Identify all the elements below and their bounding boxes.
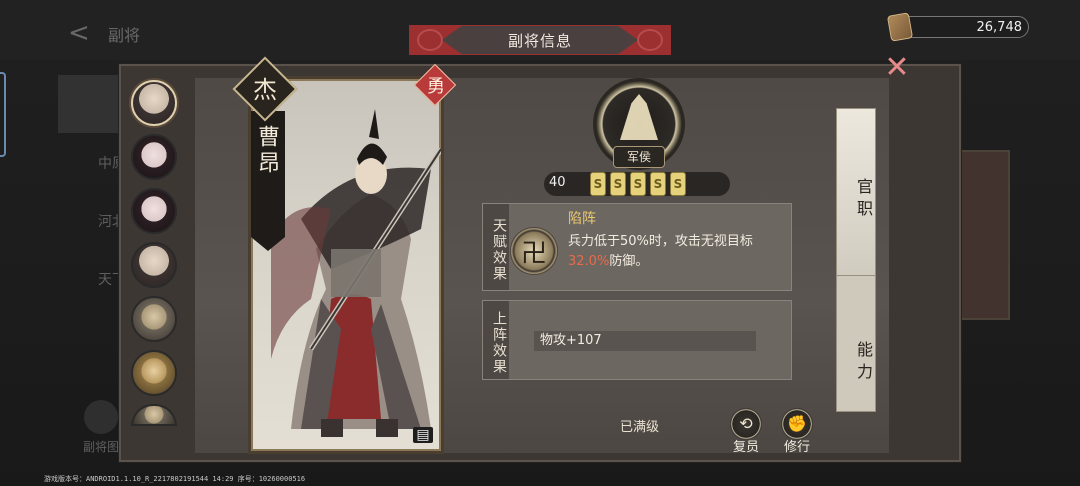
talent-side-label: 天赋效果: [483, 204, 509, 290]
edge-marker: [0, 72, 6, 157]
deputy-chart-icon: [84, 400, 118, 434]
talent-glyph: 卍: [520, 239, 547, 269]
cultivate-button[interactable]: ✊ 修行: [777, 408, 817, 455]
tab-ability[interactable]: 能力: [836, 252, 876, 412]
book-icon[interactable]: ▤: [413, 427, 433, 443]
panel-title: 副将信息: [442, 26, 638, 54]
deploy-side-label: 上阵效果: [483, 301, 509, 379]
cloud-ornament-icon: [417, 29, 443, 51]
tab-office[interactable]: 官职: [836, 108, 876, 276]
scroll-star-icon: S: [670, 172, 686, 196]
scroll-star-icon: S: [630, 172, 646, 196]
max-level-label: 已满级: [620, 420, 660, 435]
general-name: 曹昂: [254, 125, 279, 177]
deputy-avatar-list: [131, 80, 181, 434]
title-banner: 副将信息: [409, 25, 671, 55]
avatar-armored[interactable]: [131, 296, 177, 342]
cultivate-label: 修行: [783, 440, 810, 455]
scroll-star-icon: S: [650, 172, 666, 196]
rank-label: 军侯: [613, 146, 665, 168]
talent-description: 兵力低于50%时，攻击无视目标 32.0%防御。: [568, 232, 790, 272]
level-number: 40: [549, 175, 566, 190]
scroll-star-icon: S: [590, 172, 606, 196]
warrior-illustration: [271, 109, 441, 437]
star-scrolls: S S S S S: [590, 172, 686, 196]
jade-token-icon: [886, 12, 914, 42]
type-badge-label: 勇: [427, 76, 445, 97]
rarity-badge-label: 杰: [253, 76, 277, 104]
close-icon: ✕: [884, 50, 910, 85]
bg-card-thumbnail: [955, 150, 1010, 320]
deploy-stat: 物攻+107: [534, 331, 756, 351]
talent-name: 陷阵: [568, 211, 596, 227]
talent-desc-pre: 兵力低于50%时，攻击无视目标: [568, 234, 753, 249]
avatar-gold-armored[interactable]: [131, 350, 177, 396]
demobilize-button[interactable]: ⟲ 复员: [726, 408, 766, 455]
talent-desc-post: 防御。: [609, 254, 649, 269]
avatar-female[interactable]: [131, 134, 177, 180]
scroll-star-icon: S: [610, 172, 626, 196]
general-card[interactable]: 曹昂 ▤: [248, 76, 444, 454]
avatar-partial[interactable]: [131, 404, 177, 426]
bg-page-title: 副将: [108, 26, 141, 45]
close-button[interactable]: ✕: [881, 52, 913, 84]
currency-value: 26,748: [976, 19, 1023, 35]
version-text: 游戏版本号：ANDROID1.1.10_R_2217802191544 14:2…: [44, 475, 306, 483]
avatar-bearded[interactable]: [131, 242, 177, 288]
talent-desc-percent: 32.0%: [568, 254, 610, 269]
back-arrow-icon[interactable]: <: [68, 18, 90, 48]
avatar-female-2[interactable]: [131, 188, 177, 234]
cloud-ornament-icon: [637, 29, 663, 51]
avatar-caoang[interactable]: [131, 80, 177, 126]
bg-deputy-chart-label: 副将图: [82, 440, 119, 454]
demobilize-label: 复员: [732, 440, 759, 455]
currency-counter: 26,748: [895, 16, 1029, 38]
